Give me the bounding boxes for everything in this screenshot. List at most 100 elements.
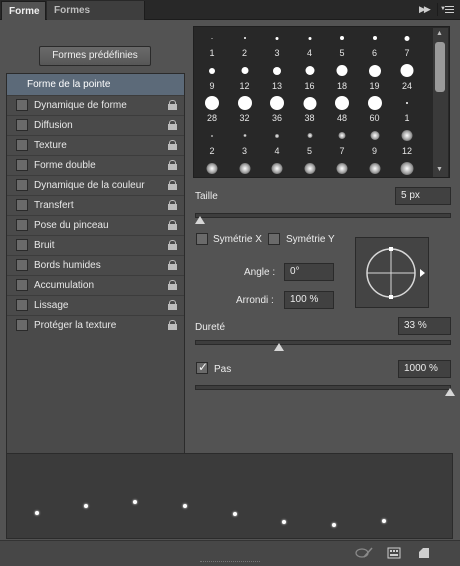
option-checkbox[interactable] <box>16 219 28 231</box>
lock-icon[interactable] <box>168 200 177 210</box>
option-checkbox[interactable] <box>16 259 28 271</box>
double-chevron-right-icon[interactable]: ▶▶ <box>419 4 431 15</box>
option-row[interactable]: Lissage <box>7 295 184 315</box>
brush-tip-cell[interactable]: 5 <box>294 126 326 158</box>
spacing-slider-thumb[interactable] <box>445 388 455 396</box>
option-row[interactable]: Protéger la texture <box>7 315 184 335</box>
brush-grid-icon[interactable] <box>387 547 401 559</box>
scroll-down-icon[interactable]: ▼ <box>436 166 443 173</box>
brush-tip-cell[interactable]: 7 <box>326 126 358 158</box>
lock-icon[interactable] <box>168 140 177 150</box>
brush-tip-cell[interactable]: 2 <box>196 126 228 158</box>
brush-tip-cell[interactable]: 3 <box>261 28 293 60</box>
option-checkbox[interactable] <box>16 99 28 111</box>
option-row[interactable]: Dynamique de la couleur <box>7 175 184 195</box>
size-field[interactable]: 5 px <box>395 187 451 205</box>
option-row[interactable]: Texture <box>7 135 184 155</box>
brush-tip-cell[interactable]: 28 <box>196 93 228 125</box>
option-checkbox[interactable] <box>16 159 28 171</box>
brush-tip-cell[interactable]: 2 <box>229 28 261 60</box>
brush-tip-cell[interactable]: 3 <box>229 126 261 158</box>
roundness-field[interactable]: 100 % <box>284 291 334 309</box>
scroll-up-icon[interactable]: ▲ <box>436 30 443 37</box>
lock-icon[interactable] <box>168 120 177 130</box>
angle-field[interactable]: 0° <box>284 263 334 281</box>
brush-tip-cell[interactable]: 4 <box>261 126 293 158</box>
brush-tip-cell[interactable]: 9 <box>196 61 228 93</box>
tab-formes-predefinies[interactable]: Formes prédéfinies <box>47 1 145 35</box>
brush-tip-cell[interactable]: 7 <box>391 28 423 60</box>
lock-icon[interactable] <box>168 260 177 270</box>
brush-tip-cell[interactable]: 16 <box>294 61 326 93</box>
option-row[interactable]: Transfert <box>7 195 184 215</box>
lock-icon[interactable] <box>168 220 177 230</box>
lock-icon[interactable] <box>168 180 177 190</box>
brush-tip-cell[interactable]: 13 <box>229 158 261 177</box>
brush-tip-cell[interactable]: 36 <box>261 93 293 125</box>
lock-icon[interactable] <box>168 320 177 330</box>
toggle-brush-preview-icon[interactable] <box>355 547 373 559</box>
brush-tip-cell[interactable]: 13 <box>196 158 228 177</box>
brush-tip-cell[interactable]: 12 <box>391 126 423 158</box>
flip-y-checkbox[interactable] <box>268 233 280 245</box>
option-checkbox[interactable] <box>16 119 28 131</box>
brush-tip-cell[interactable]: 19 <box>359 61 391 93</box>
option-row[interactable]: Dynamique de forme <box>7 95 184 115</box>
tab-forme[interactable]: Forme <box>1 1 46 20</box>
hardness-field[interactable]: 33 % <box>398 317 451 335</box>
option-row[interactable]: Accumulation <box>7 275 184 295</box>
brush-presets-button[interactable]: Formes prédéfinies <box>39 46 151 66</box>
brush-tip-cell[interactable]: 18 <box>326 61 358 93</box>
lock-icon[interactable] <box>168 160 177 170</box>
option-row[interactable]: Bords humides <box>7 255 184 275</box>
brush-tip-cell[interactable]: 13 <box>359 158 391 177</box>
option-brush-tip-shape[interactable]: Forme de la pointe <box>7 74 184 95</box>
spacing-checkbox[interactable] <box>196 360 208 374</box>
brush-tip-cell[interactable]: 4 <box>294 28 326 60</box>
brush-tip-cell[interactable]: 24 <box>391 61 423 93</box>
option-checkbox[interactable] <box>16 179 28 191</box>
brush-tip-cell[interactable]: 13 <box>261 61 293 93</box>
brush-tip-cell[interactable]: 24 <box>391 158 423 177</box>
brush-tip-cell[interactable]: 12 <box>229 61 261 93</box>
brush-tip-cell[interactable]: 1 <box>196 28 228 60</box>
option-row[interactable]: Bruit <box>7 235 184 255</box>
brush-tip-cell[interactable]: 13 <box>326 158 358 177</box>
brush-tip-cell[interactable]: 32 <box>229 93 261 125</box>
lock-icon[interactable] <box>168 100 177 110</box>
brush-tip-cell[interactable]: 6 <box>359 28 391 60</box>
option-row[interactable]: Forme double <box>7 155 184 175</box>
brush-tip-cell[interactable]: 48 <box>326 93 358 125</box>
lock-icon[interactable] <box>168 300 177 310</box>
lock-icon[interactable] <box>168 240 177 250</box>
brush-tip-cell[interactable]: 38 <box>294 93 326 125</box>
option-checkbox[interactable] <box>16 279 28 291</box>
panel-menu-icon[interactable]: ▼ <box>437 3 457 16</box>
angle-roundness-widget[interactable] <box>355 237 429 308</box>
brush-tip-cell[interactable]: 60 <box>359 93 391 125</box>
brush-tip-cell[interactable]: 13 <box>261 158 293 177</box>
option-checkbox[interactable] <box>16 299 28 311</box>
spacing-slider-track[interactable] <box>195 385 451 390</box>
hardness-slider-track[interactable] <box>195 340 451 345</box>
tip-grid-scrollbar[interactable]: ▲ ▼ <box>433 28 448 177</box>
scrollbar-thumb[interactable] <box>435 42 445 92</box>
size-slider-thumb[interactable] <box>195 216 205 224</box>
option-checkbox[interactable] <box>16 139 28 151</box>
brush-tip-cell[interactable]: 9 <box>359 126 391 158</box>
panel-resize-grip[interactable] <box>200 561 260 564</box>
option-checkbox[interactable] <box>16 319 28 331</box>
hardness-slider-thumb[interactable] <box>274 343 284 351</box>
flip-x-checkbox[interactable] <box>196 233 208 245</box>
brush-tip-cell[interactable]: 1 <box>391 93 423 125</box>
option-checkbox[interactable] <box>16 199 28 211</box>
option-row[interactable]: Pose du pinceau <box>7 215 184 235</box>
size-slider-track[interactable] <box>195 213 451 218</box>
brush-tip-cell[interactable]: 5 <box>326 28 358 60</box>
option-checkbox[interactable] <box>16 239 28 251</box>
spacing-field[interactable]: 1000 % <box>398 360 451 378</box>
lock-icon[interactable] <box>168 280 177 290</box>
option-row[interactable]: Diffusion <box>7 115 184 135</box>
brush-tip-cell[interactable]: 13 <box>294 158 326 177</box>
new-preset-icon[interactable] <box>417 547 431 559</box>
